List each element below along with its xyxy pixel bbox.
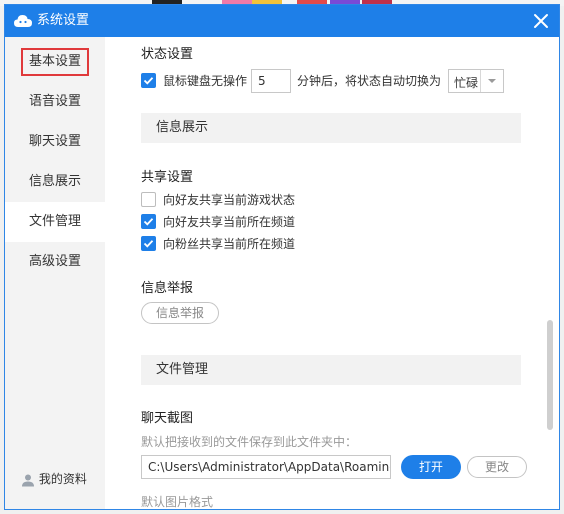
sidebar-item-info-display[interactable]: 信息展示 [5, 162, 105, 202]
info-display-section-header: 信息展示 [141, 113, 521, 143]
status-settings-title: 状态设置 [141, 47, 194, 62]
sidebar: 基本设置 语音设置 聊天设置 信息展示 文件管理 高级设置 我的资料 [5, 37, 105, 509]
sidebar-item-voice-settings[interactable]: 语音设置 [5, 82, 105, 122]
sidebar-item-chat-settings[interactable]: 聊天设置 [5, 122, 105, 162]
user-icon [22, 474, 34, 486]
sidebar-item-basic-settings[interactable]: 基本设置 [5, 42, 105, 82]
profile-label: 我的资料 [38, 472, 87, 486]
close-icon[interactable] [529, 9, 553, 33]
share-game-status-checkbox[interactable] [141, 192, 156, 207]
save-folder-hint: 默认把接收到的文件保存到此文件夹中： [141, 435, 358, 449]
idle-checkbox-label: 鼠标键盘无操作 [163, 74, 248, 88]
share-channel-friends-checkbox[interactable] [141, 214, 156, 229]
sidebar-item-file-management[interactable]: 文件管理 [5, 202, 105, 242]
status-select-value: 忙碌 [454, 76, 479, 90]
sidebar-item-label: 聊天设置 [28, 134, 81, 149]
save-path-input[interactable]: C:\Users\Administrator\AppData\Roaming [141, 455, 391, 479]
idle-checkbox[interactable] [141, 73, 156, 88]
share-channel-friends-label: 向好友共享当前所在频道 [163, 215, 296, 229]
report-button[interactable]: 信息举报 [141, 302, 219, 324]
settings-content: 状态设置 鼠标键盘无操作 分钟后，将状态自动切换为 忙碌 信息展示 共享设置 向… [105, 37, 559, 509]
share-game-status-label: 向好友共享当前游戏状态 [163, 193, 296, 207]
open-folder-button[interactable]: 打开 [401, 455, 461, 479]
file-management-section-header: 文件管理 [141, 355, 521, 385]
file-management-title: 文件管理 [156, 362, 209, 377]
my-profile-link[interactable]: 我的资料 [21, 470, 87, 490]
cloud-logo-icon [13, 12, 33, 30]
status-select[interactable]: 忙碌 [448, 69, 504, 93]
chevron-down-icon[interactable] [480, 70, 503, 92]
window-title: 系统设置 [37, 13, 90, 28]
change-folder-button[interactable]: 更改 [467, 456, 527, 478]
idle-minutes-input[interactable] [251, 69, 291, 93]
idle-after-text: 分钟后，将状态自动切换为 [297, 74, 442, 88]
sidebar-item-label: 文件管理 [28, 214, 81, 229]
default-image-format-label: 默认图片格式 [141, 495, 214, 509]
sidebar-item-label: 基本设置 [20, 48, 89, 76]
title-bar[interactable]: 系统设置 [5, 5, 559, 37]
content-scrollbar[interactable] [547, 320, 553, 430]
share-settings-title: 共享设置 [141, 170, 194, 185]
share-channel-fans-checkbox[interactable] [141, 236, 156, 251]
report-title: 信息举报 [141, 281, 194, 296]
sidebar-item-advanced-settings[interactable]: 高级设置 [5, 242, 105, 282]
sidebar-item-label: 信息展示 [28, 174, 81, 189]
sidebar-item-label: 高级设置 [28, 254, 81, 269]
sidebar-item-label: 语音设置 [28, 94, 81, 109]
share-channel-fans-label: 向粉丝共享当前所在频道 [163, 237, 296, 251]
info-display-title: 信息展示 [156, 120, 209, 135]
chat-screenshot-title: 聊天截图 [141, 411, 194, 426]
settings-window: 系统设置 基本设置 语音设置 聊天设置 信息展示 文件管理 高级设置 我的资料 … [4, 4, 560, 510]
